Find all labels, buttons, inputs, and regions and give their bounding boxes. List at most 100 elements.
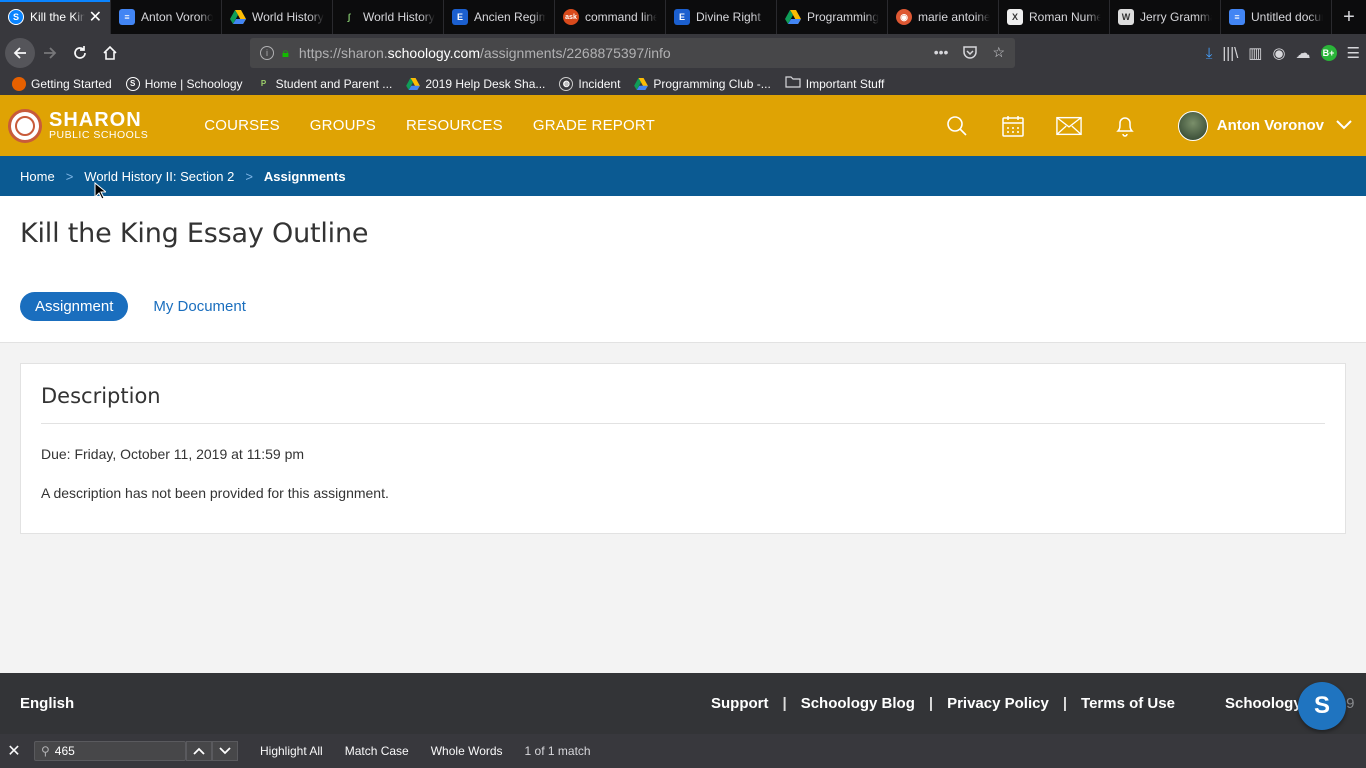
back-button[interactable] <box>5 38 35 68</box>
footer-brand-name: Schoology <box>1225 695 1302 712</box>
duckduckgo-icon: ◉ <box>896 9 912 25</box>
breadcrumb: Home > World History II: Section 2 > Ass… <box>0 156 1366 196</box>
powerschool-icon: P <box>260 79 267 88</box>
bookmark-label: Home | Schoology <box>144 76 243 91</box>
chevron-down-icon <box>219 747 231 755</box>
bookmark-help-desk[interactable]: 2019 Help Desk Sha... <box>406 77 545 91</box>
wikipedia-icon: W <box>1118 9 1134 25</box>
bookmark-incident[interactable]: ◍ Incident <box>559 76 621 91</box>
match-case-toggle[interactable]: Match Case <box>345 744 409 758</box>
arrow-left-icon <box>13 47 26 59</box>
library-icon[interactable]: |||\ <box>1222 45 1238 62</box>
download-icon[interactable]: ⤓ <box>1206 45 1213 62</box>
browser-tab[interactable]: ask command line <box>555 0 666 34</box>
x-icon: X <box>1007 9 1023 25</box>
bookmark-student-parent[interactable]: P Student and Parent ... <box>257 77 392 91</box>
schoology-icon: S <box>8 9 24 25</box>
url-prefix: https://sharon. <box>298 45 388 61</box>
account-icon[interactable]: ◉ <box>1272 44 1285 62</box>
search-icon[interactable] <box>944 113 970 139</box>
bookmark-important-stuff[interactable]: Important Stuff <box>785 76 885 91</box>
tab-assignment[interactable]: Assignment <box>20 292 129 321</box>
menu-icon[interactable]: ☰ <box>1347 44 1360 62</box>
find-previous-button[interactable] <box>186 741 212 761</box>
breadcrumb-home[interactable]: Home <box>20 169 55 184</box>
nav-grade-report[interactable]: GRADE REPORT <box>533 117 655 134</box>
url-host: schoology.com <box>387 45 480 61</box>
forward-button[interactable] <box>35 38 65 68</box>
url-path: /assignments/2268875397/info <box>479 45 671 61</box>
firefox-icon <box>12 76 26 91</box>
tab-title: Programming <box>807 10 879 24</box>
find-status: 1 of 1 match <box>524 744 591 758</box>
sidebar-icon[interactable]: ▥ <box>1248 44 1262 62</box>
footer-pipe: | <box>1062 695 1068 712</box>
site-footer: English Support | Schoology Blog | Priva… <box>0 673 1366 734</box>
browser-tab[interactable]: S Kill the King Essay Outline ✕ <box>0 0 111 34</box>
extension-badge-icon[interactable]: B+ <box>1320 45 1337 61</box>
bell-icon[interactable] <box>1112 113 1138 139</box>
whole-words-toggle[interactable]: Whole Words <box>431 744 503 758</box>
footer-link-privacy[interactable]: Privacy Policy <box>947 695 1049 712</box>
page-title: Kill the King Essay Outline <box>20 218 369 249</box>
arrow-right-icon <box>44 47 57 59</box>
close-icon[interactable]: ✕ <box>89 7 102 27</box>
mail-icon[interactable] <box>1056 113 1082 139</box>
star-icon[interactable]: ☆ <box>992 44 1005 63</box>
bookmark-home-schoology[interactable]: S Home | Schoology <box>125 76 243 91</box>
docs-icon: ≡ <box>119 9 135 25</box>
browser-tab[interactable]: E Ancien Regime <box>444 0 555 34</box>
bookmark-getting-started[interactable]: Getting Started <box>12 76 112 91</box>
description-card: Description Due: Friday, October 11, 201… <box>20 363 1346 534</box>
pocket-icon[interactable] <box>962 44 978 63</box>
find-next-button[interactable] <box>212 741 238 761</box>
browser-tab[interactable]: ≡ Anton Voronov <box>111 0 222 34</box>
bookmark-label: Important Stuff <box>805 76 885 91</box>
calendar-icon[interactable] <box>1000 113 1026 139</box>
nav-groups[interactable]: GROUPS <box>310 117 376 134</box>
avatar <box>1177 110 1208 141</box>
highlight-all-toggle[interactable]: Highlight All <box>260 744 323 758</box>
breadcrumb-separator: > <box>245 168 253 184</box>
browser-tab[interactable]: World History <box>222 0 333 34</box>
browser-tab[interactable]: ∫ World History <box>333 0 444 34</box>
nav-courses[interactable]: COURSES <box>204 117 280 134</box>
tab-my-document[interactable]: My Document <box>153 298 246 315</box>
browser-tab[interactable]: ≡ Untitled document <box>1221 0 1332 34</box>
user-menu[interactable]: Anton Voronov <box>1177 110 1352 141</box>
bookmarks-bar: Getting Started S Home | Schoology P Stu… <box>0 72 1366 95</box>
find-input[interactable]: ⚲ 465 <box>34 741 186 761</box>
schoology-help-button[interactable]: S <box>1298 682 1346 730</box>
browser-tab[interactable]: X Roman Numerals <box>999 0 1110 34</box>
drive-icon <box>230 9 246 25</box>
more-actions-icon[interactable]: ••• <box>934 44 949 63</box>
nav-resources[interactable]: RESOURCES <box>406 117 503 134</box>
folder-icon <box>785 76 801 91</box>
find-query: 465 <box>54 744 75 758</box>
browser-tab[interactable]: Programming <box>777 0 888 34</box>
browser-tab[interactable]: ◉ marie antoinette <box>888 0 999 34</box>
find-bar: ✕ ⚲ 465 Highlight All Match Case Whole W… <box>0 734 1366 768</box>
footer-link-terms[interactable]: Terms of Use <box>1081 695 1175 712</box>
reload-button[interactable] <box>65 38 95 68</box>
close-icon[interactable]: ✕ <box>0 741 28 761</box>
bookmark-label: Programming Club -... <box>653 76 771 91</box>
school-logo[interactable]: SHARON PUBLIC SCHOOLS <box>8 108 148 143</box>
url-bar[interactable]: i 🔒︎ https://sharon. schoology.com/assign… <box>250 38 1015 68</box>
bookmark-label: Incident <box>578 76 621 91</box>
new-tab-button[interactable]: + <box>1332 0 1366 34</box>
footer-links: Support | Schoology Blog | Privacy Polic… <box>711 695 1175 712</box>
home-button[interactable] <box>95 38 125 68</box>
extension-cloud-icon[interactable]: ☁ <box>1296 44 1311 62</box>
bookmark-programming-club[interactable]: Programming Club -... <box>634 76 771 91</box>
footer-link-blog[interactable]: Schoology Blog <box>801 695 915 712</box>
info-icon[interactable]: i <box>260 46 274 60</box>
browser-tab[interactable]: E Divine Right <box>666 0 777 34</box>
language-selector[interactable]: English <box>20 695 74 712</box>
footer-link-support[interactable]: Support <box>711 695 769 712</box>
description-heading: Description <box>41 384 161 408</box>
browser-tab[interactable]: W Jerry Grammar <box>1110 0 1221 34</box>
breadcrumb-course[interactable]: World History II: Section 2 <box>84 169 234 184</box>
globe-icon: ◍ <box>559 76 574 91</box>
divider <box>41 423 1325 424</box>
